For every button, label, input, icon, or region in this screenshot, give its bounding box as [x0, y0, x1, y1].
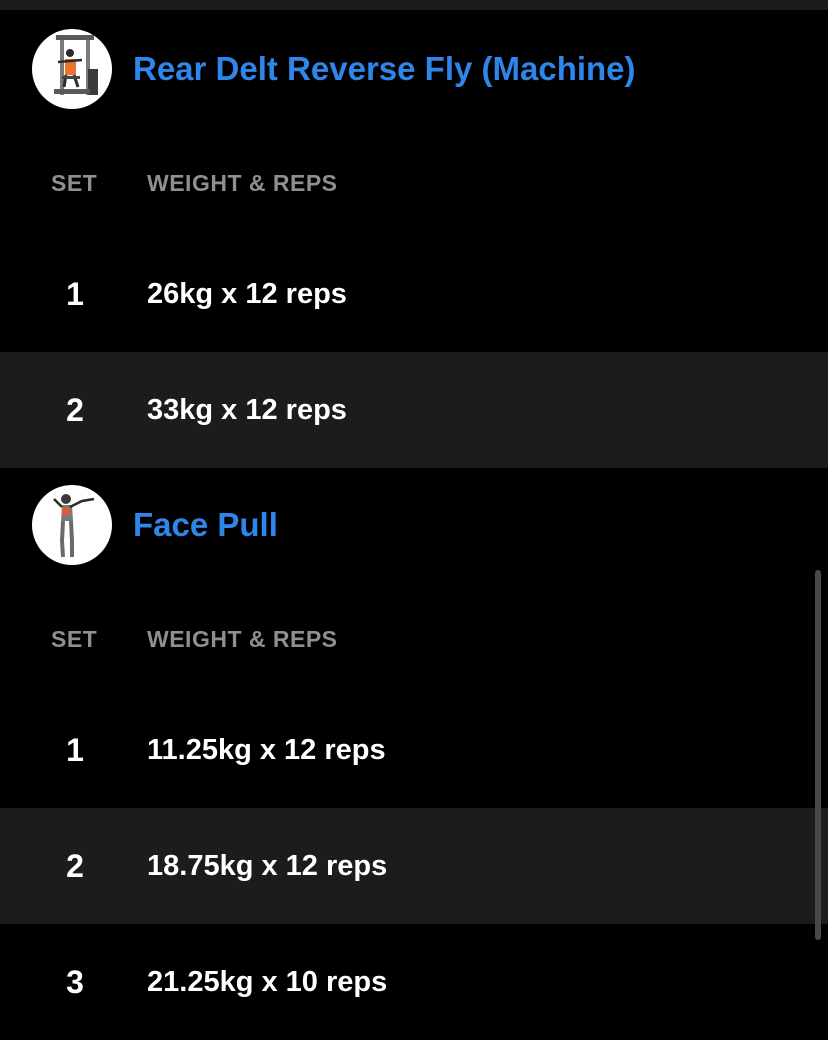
exercise-header: Rear Delt Reverse Fly (Machine) — [0, 10, 828, 128]
set-row: 2 18.75kg x 12 reps — [0, 808, 828, 924]
set-column-header: SET — [51, 170, 98, 196]
set-weight-reps: 21.25kg x 10 reps — [147, 966, 388, 998]
set-weight-reps: 26kg x 12 reps — [147, 278, 347, 310]
set-row: 3 21.25kg x 10 reps — [0, 924, 828, 1040]
rear-delt-machine-icon[interactable] — [32, 29, 112, 109]
column-headers: SET WEIGHT & REPS — [0, 584, 828, 692]
set-weight-reps: 18.75kg x 12 reps — [147, 850, 388, 882]
weight-reps-column-header: WEIGHT & REPS — [147, 626, 338, 652]
set-weight-reps: 33kg x 12 reps — [147, 394, 347, 426]
exercise-header: Face Pull — [0, 466, 828, 584]
set-number: 2 — [66, 848, 84, 884]
exercise-card-rear-delt: Rear Delt Reverse Fly (Machine) SET WEIG… — [0, 10, 828, 468]
column-headers: SET WEIGHT & REPS — [0, 128, 828, 236]
exercise-card-face-pull: Face Pull SET WEIGHT & REPS 1 11.25kg x … — [0, 466, 828, 1040]
set-number: 3 — [66, 964, 84, 1000]
set-number: 1 — [66, 276, 84, 312]
set-row: 1 11.25kg x 12 reps — [0, 692, 828, 808]
exercise-title[interactable]: Face Pull — [133, 506, 278, 544]
weight-reps-column-header: WEIGHT & REPS — [147, 170, 338, 196]
set-number: 2 — [66, 392, 84, 428]
set-column-header: SET — [51, 626, 98, 652]
face-pull-icon[interactable] — [32, 485, 112, 565]
exercise-title[interactable]: Rear Delt Reverse Fly (Machine) — [133, 50, 636, 88]
set-row: 1 26kg x 12 reps — [0, 236, 828, 352]
set-number: 1 — [66, 732, 84, 768]
vertical-scrollbar[interactable] — [815, 570, 821, 940]
set-weight-reps: 11.25kg x 12 reps — [147, 734, 386, 766]
set-row: 2 33kg x 12 reps — [0, 352, 828, 468]
top-divider-strip — [0, 0, 828, 10]
